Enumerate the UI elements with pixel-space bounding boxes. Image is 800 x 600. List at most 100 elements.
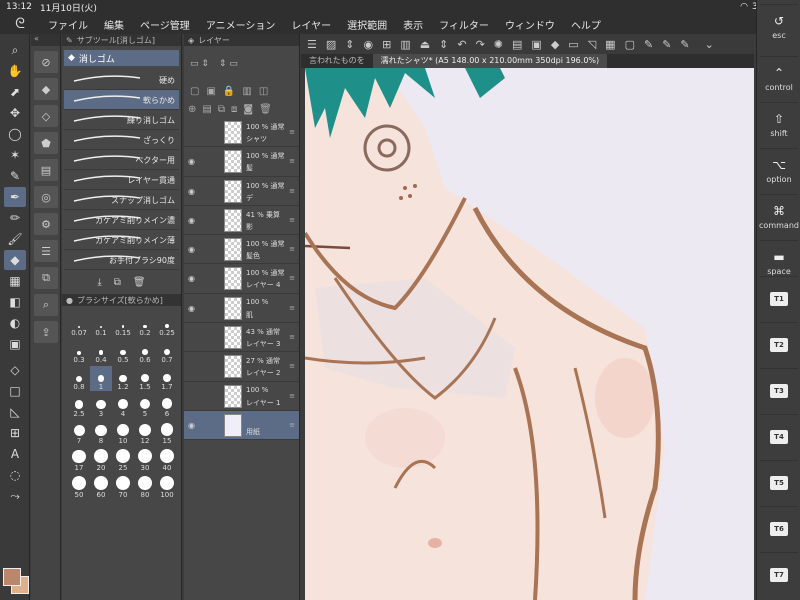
magic-wand-icon[interactable]: ✶ xyxy=(4,145,26,165)
text-icon[interactable]: A xyxy=(4,444,26,464)
brush-size-option[interactable]: 3 xyxy=(90,393,112,418)
frame-icon[interactable]: ◺ xyxy=(4,402,26,422)
subtool-disable-icon[interactable]: ⊘ xyxy=(34,51,58,73)
brush-size-option[interactable]: 6 xyxy=(156,393,178,418)
subtool-item[interactable]: 練り消しゴム xyxy=(64,110,179,130)
layer-row[interactable]: 100 % レイヤー 1 ≡ xyxy=(184,382,299,411)
layer-row[interactable]: 43 % 通常 レイヤー 3 ≡ xyxy=(184,323,299,353)
menu-selection[interactable]: 選択範囲 xyxy=(339,17,395,32)
decoration-icon[interactable]: ▦ xyxy=(4,271,26,291)
menu-page[interactable]: ページ管理 xyxy=(132,17,198,32)
lock-icon[interactable]: 🔒 xyxy=(223,86,235,97)
tab-document-2[interactable]: 濡れたシャツ* (A5 148.00 x 210.00mm 350dpi 196… xyxy=(372,54,608,68)
subtool-item[interactable]: レイヤー貫通 xyxy=(64,170,179,190)
brush-size-option[interactable]: 30 xyxy=(134,447,156,472)
download-icon[interactable]: ⤓ xyxy=(97,277,101,288)
brush-size-option[interactable]: 50 xyxy=(68,474,90,499)
t3-key[interactable]: T3 xyxy=(760,368,798,412)
layer-menu-icon[interactable]: ≡ xyxy=(289,304,295,312)
layer-menu-icon[interactable]: ≡ xyxy=(289,128,295,136)
new-icon[interactable]: ▨ xyxy=(326,38,336,51)
mask-layer-icon[interactable]: ◙ xyxy=(243,104,253,115)
brush-size-option[interactable]: 100 xyxy=(156,474,178,499)
print-icon[interactable]: ▥ xyxy=(400,38,410,51)
open-icon[interactable]: ⇕ xyxy=(345,38,354,51)
subtool-item[interactable]: カケアミ削りメイン濃 xyxy=(64,210,179,230)
brush-size-option[interactable]: 8 xyxy=(90,420,112,445)
subtool-search-icon[interactable]: ⌕ xyxy=(34,294,58,316)
brush-size-option[interactable]: 12 xyxy=(134,420,156,445)
subtool-group-title[interactable]: ◆ 消しゴム xyxy=(64,50,179,66)
layer-row[interactable]: ◉ 100 % 肌 ≡ xyxy=(184,294,299,324)
layer-row[interactable]: ◉ 100 % 通常髪 ≡ xyxy=(184,147,299,177)
brush-size-option[interactable]: 1.7 xyxy=(156,366,178,391)
clip-icon[interactable]: ▢ xyxy=(190,86,199,97)
zoom-icon[interactable]: ⌕ xyxy=(4,40,26,60)
layer-row[interactable]: ◉ 用紙 ≡ xyxy=(184,410,299,441)
brush-size-option[interactable]: 15 xyxy=(156,420,178,445)
brush-size-option[interactable]: 40 xyxy=(156,447,178,472)
lasso-icon[interactable]: ◯ xyxy=(4,124,26,144)
ruler-icon[interactable]: ⊞ xyxy=(4,423,26,443)
subtool-item[interactable]: 軟らかめ xyxy=(64,90,179,110)
pen-pressure-icon[interactable]: ✎ xyxy=(644,38,653,51)
flip-icon[interactable]: ▭ xyxy=(568,38,578,51)
brush-size-option[interactable]: 0.4 xyxy=(90,339,112,364)
brush-size-option[interactable]: 0.1 xyxy=(90,312,112,337)
hand-icon[interactable]: ✋ xyxy=(4,61,26,81)
mask-icon[interactable]: ◫ xyxy=(259,86,268,97)
eyedropper-icon[interactable]: ✎ xyxy=(4,166,26,186)
brush-size-option[interactable]: 25 xyxy=(112,447,134,472)
subtool-item[interactable]: ざっくり xyxy=(64,130,179,150)
expand-toolbar-icon[interactable]: ⌄ xyxy=(705,38,714,51)
layer-menu-icon[interactable]: ≡ xyxy=(289,187,295,195)
correct-line-icon[interactable]: ⤳ xyxy=(4,486,26,506)
bucket-icon[interactable]: ◆ xyxy=(551,38,559,51)
subtool-item[interactable]: お手付ブラシ90度 xyxy=(64,250,179,270)
layer-menu-icon[interactable]: ≡ xyxy=(289,362,295,370)
undo-icon[interactable]: ↶ xyxy=(457,38,466,51)
brush-size-option[interactable]: 0.3 xyxy=(68,339,90,364)
reference-icon[interactable]: ▣ xyxy=(206,86,215,97)
blend-icon[interactable]: ◐ xyxy=(4,313,26,333)
t6-key[interactable]: T6 xyxy=(760,506,798,550)
layer-menu-icon[interactable]: ≡ xyxy=(289,157,295,165)
layer-row[interactable]: 100 % 通常 シャツ ≡ xyxy=(184,118,299,148)
hamburger-icon[interactable]: ☰ xyxy=(307,38,317,51)
brush-size-option[interactable]: 0.5 xyxy=(112,339,134,364)
subtool-eraser2-icon[interactable]: ◇ xyxy=(34,105,58,127)
brush-size-option[interactable]: 0.2 xyxy=(134,312,156,337)
move-icon[interactable]: ✥ xyxy=(4,103,26,123)
drawing-canvas[interactable] xyxy=(305,68,754,600)
brush-size-option[interactable]: 0.6 xyxy=(134,339,156,364)
layer-menu-icon[interactable]: ≡ xyxy=(289,421,295,429)
subtool-item[interactable]: 硬め xyxy=(64,70,179,90)
pen-icon[interactable]: ✒ xyxy=(4,187,26,207)
menu-window[interactable]: ウィンドウ xyxy=(497,17,563,32)
layer-menu-icon[interactable]: ≡ xyxy=(289,333,295,341)
save-icon[interactable]: ◉ xyxy=(364,38,374,51)
brush-size-option[interactable]: 10 xyxy=(112,420,134,445)
eraser-icon[interactable]: ◆ xyxy=(4,250,26,270)
layer-row[interactable]: ◉ 100 % 通常 レイヤー 4 ≡ xyxy=(184,264,299,294)
subtool-panel-icon[interactable]: ▤ xyxy=(34,159,58,181)
brush-size-option[interactable]: 80 xyxy=(134,474,156,499)
clear-icon[interactable]: ▤ xyxy=(512,38,522,51)
new-raster-layer-icon[interactable]: ⊕ xyxy=(188,104,196,115)
delete-layer-icon[interactable]: 🗑 xyxy=(259,104,272,115)
menu-help[interactable]: ヘルプ xyxy=(563,17,609,32)
subtool-item[interactable]: カケアミ削りメイン薄 xyxy=(64,230,179,250)
ruler-tool-icon[interactable]: ◹ xyxy=(588,38,596,51)
menu-edit[interactable]: 編集 xyxy=(96,17,132,32)
brush-size-option[interactable]: 0.15 xyxy=(112,312,134,337)
brush-size-option[interactable]: 17 xyxy=(68,447,90,472)
add-page-icon[interactable]: ⊞ xyxy=(382,38,391,51)
brush-size-option[interactable]: 4 xyxy=(112,393,134,418)
menu-layer[interactable]: レイヤー xyxy=(283,17,339,32)
copy-layer-icon[interactable]: ⧉ xyxy=(218,104,225,115)
rectangle-icon[interactable]: □ xyxy=(4,381,26,401)
collapse-arrows-icon[interactable]: « xyxy=(31,34,60,46)
tab-document-1[interactable]: 言われたものを xyxy=(301,54,373,68)
t4-key[interactable]: T4 xyxy=(760,414,798,458)
export-icon[interactable]: ⏏ xyxy=(420,38,430,51)
